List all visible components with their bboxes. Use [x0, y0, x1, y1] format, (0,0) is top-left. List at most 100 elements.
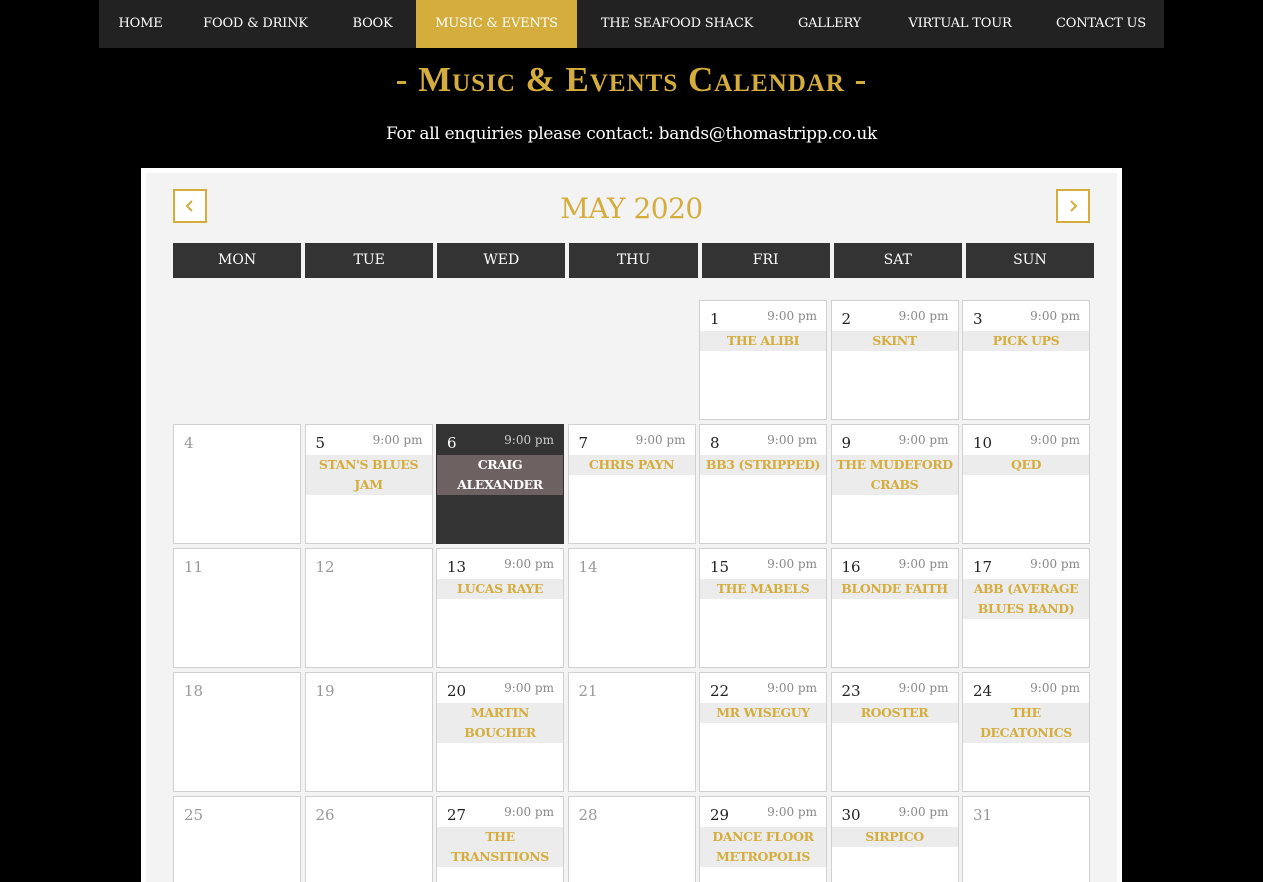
day-number: 27: [447, 806, 467, 824]
event-time: 9:00 pm: [767, 433, 817, 447]
event-link[interactable]: THE DECATONICS: [963, 703, 1089, 743]
event-link[interactable]: SIRPICO: [831, 827, 958, 847]
event-link[interactable]: CHRIS PAYN: [568, 455, 695, 475]
day-cell-27[interactable]: 27 9:00 pm THE TRANSITIONS: [436, 796, 564, 882]
day-number: 15: [710, 558, 730, 576]
event-link[interactable]: THE TRANSITIONS: [437, 827, 563, 867]
event-link[interactable]: DANCE FLOOR METROPOLIS: [700, 827, 826, 867]
day-number: 26: [315, 806, 335, 824]
day-number: 4: [184, 434, 194, 452]
event-link[interactable]: QED: [963, 455, 1089, 475]
day-number: 8: [710, 434, 720, 452]
calendar-grid: 1 9:00 pm THE ALIBI 2 9:00 pm SKINT 3 9:00 pm PI…: [173, 300, 1094, 882]
day-cell-7[interactable]: 7 9:00 pm CHRIS PAYN: [567, 424, 696, 544]
day-cell-9[interactable]: 9 9:00 pm THE MUDEFORD CRABS: [830, 424, 959, 544]
day-cell-22[interactable]: 22 9:00 pm MR WISEGUY: [699, 672, 827, 792]
weekday-fri: FRI: [701, 243, 830, 278]
nav-item-home[interactable]: HOME: [99, 0, 182, 48]
event-link[interactable]: ROOSTER: [831, 703, 958, 723]
day-cell-10[interactable]: 10 9:00 pm QED: [962, 424, 1090, 544]
nav-item-music-events[interactable]: MUSIC & EVENTS: [416, 0, 577, 48]
event-link[interactable]: BB3 (STRIPPED): [700, 455, 826, 475]
day-number: 7: [578, 434, 589, 452]
event-link[interactable]: THE ALIBI: [700, 331, 826, 351]
day-cell-29[interactable]: 29 9:00 pm DANCE FLOOR METROPOLIS: [699, 796, 827, 882]
day-number: 10: [973, 434, 993, 452]
event-link[interactable]: THE MUDEFORD CRABS: [831, 455, 958, 495]
day-cell-13[interactable]: 13 9:00 pm LUCAS RAYE: [436, 548, 564, 668]
day-number: 29: [710, 806, 730, 824]
event-link[interactable]: PICK UPS: [963, 331, 1089, 351]
event-link[interactable]: BLONDE FAITH: [831, 579, 958, 599]
event-link[interactable]: ABB (AVERAGE BLUES BAND): [963, 579, 1089, 619]
event-time: 9:00 pm: [767, 309, 817, 323]
day-cell-5[interactable]: 5 9:00 pm STAN'S BLUES JAM: [304, 424, 433, 544]
day-number: 22: [710, 682, 730, 700]
weekday-header: MON TUE WED THU FRI SAT SUN: [173, 243, 1094, 278]
day-cell-3[interactable]: 3 9:00 pm PICK UPS: [962, 300, 1090, 420]
event-time: 9:00 pm: [504, 805, 554, 819]
event-time: 9:00 pm: [767, 681, 817, 695]
day-number: 12: [315, 558, 335, 576]
day-cell-17[interactable]: 17 9:00 pm ABB (AVERAGE BLUES BAND): [962, 548, 1090, 668]
next-month-button[interactable]: [1056, 189, 1090, 223]
event-link[interactable]: LUCAS RAYE: [437, 579, 563, 599]
day-cell-21: 21: [567, 672, 696, 792]
day-cell-28: 28: [567, 796, 696, 882]
day-cell-24[interactable]: 24 9:00 pm THE DECATONICS: [962, 672, 1090, 792]
page-title: - Music & Events Calendar -: [395, 60, 868, 99]
day-cell-26: 26: [304, 796, 433, 882]
weekday-tue: TUE: [305, 243, 434, 278]
day-cell-30[interactable]: 30 9:00 pm SIRPICO: [830, 796, 959, 882]
day-cell-25: 25: [173, 796, 301, 882]
event-time: 9:00 pm: [504, 433, 554, 447]
event-link[interactable]: STAN'S BLUES JAM: [305, 455, 432, 495]
event-link[interactable]: THE MABELS: [700, 579, 826, 599]
weekday-wed: WED: [437, 243, 566, 278]
empty-cell: [305, 300, 433, 420]
event-link[interactable]: MR WISEGUY: [700, 703, 826, 723]
month-title: MAY 2020: [560, 192, 703, 225]
nav-item-gallery[interactable]: GALLERY: [777, 0, 882, 48]
event-link[interactable]: MARTIN BOUCHER: [437, 703, 563, 743]
event-time: 9:00 pm: [372, 433, 423, 447]
day-cell-16[interactable]: 16 9:00 pm BLONDE FAITH: [830, 548, 959, 668]
event-time: 9:00 pm: [1030, 309, 1080, 323]
day-number: 1: [710, 310, 720, 328]
day-number: 6: [447, 434, 457, 452]
day-cell-8[interactable]: 8 9:00 pm BB3 (STRIPPED): [699, 424, 827, 544]
day-cell-15[interactable]: 15 9:00 pm THE MABELS: [699, 548, 827, 668]
nav-item-virtual-tour[interactable]: VIRTUAL TOUR: [882, 0, 1038, 48]
day-cell-6[interactable]: 6 9:00 pm CRAIG ALEXANDER: [436, 424, 564, 544]
event-link[interactable]: SKINT: [831, 331, 958, 351]
weekday-sat: SAT: [833, 243, 962, 278]
event-time: 9:00 pm: [767, 805, 817, 819]
day-cell-2[interactable]: 2 9:00 pm SKINT: [830, 300, 959, 420]
empty-cell: [436, 300, 564, 420]
day-number: 31: [973, 806, 993, 824]
nav-item-food-drink[interactable]: FOOD & DRINK: [182, 0, 329, 48]
day-number: 14: [578, 558, 598, 576]
day-cell-23[interactable]: 23 9:00 pm ROOSTER: [830, 672, 959, 792]
day-cell-20[interactable]: 20 9:00 pm MARTIN BOUCHER: [436, 672, 564, 792]
calendar-panel: MAY 2020 MON TUE WED THU FRI SAT SUN 1 9:00 pm T…: [141, 168, 1122, 882]
day-number: 23: [841, 682, 861, 700]
nav-item-book[interactable]: BOOK: [329, 0, 416, 48]
event-time: 9:00 pm: [504, 557, 554, 571]
day-cell-31: 31: [962, 796, 1090, 882]
event-time: 9:00 pm: [1030, 557, 1080, 571]
nav-item-contact-us[interactable]: CONTACT US: [1038, 0, 1164, 48]
event-time: 9:00 pm: [898, 309, 949, 323]
event-time: 9:00 pm: [898, 433, 949, 447]
day-number: 5: [315, 434, 326, 452]
empty-cell: [173, 300, 301, 420]
event-time: 9:00 pm: [1030, 433, 1080, 447]
nav-item-the-seafood-shack[interactable]: THE SEAFOOD SHACK: [577, 0, 777, 48]
day-number: 9: [841, 434, 852, 452]
chevron-right-icon: [1070, 200, 1078, 212]
event-link[interactable]: CRAIG ALEXANDER: [437, 455, 563, 495]
event-time: 9:00 pm: [1030, 681, 1080, 695]
event-time: 9:00 pm: [898, 805, 949, 819]
day-cell-1[interactable]: 1 9:00 pm THE ALIBI: [699, 300, 827, 420]
enquiries-text: For all enquiries please contact: bands@…: [385, 124, 878, 144]
